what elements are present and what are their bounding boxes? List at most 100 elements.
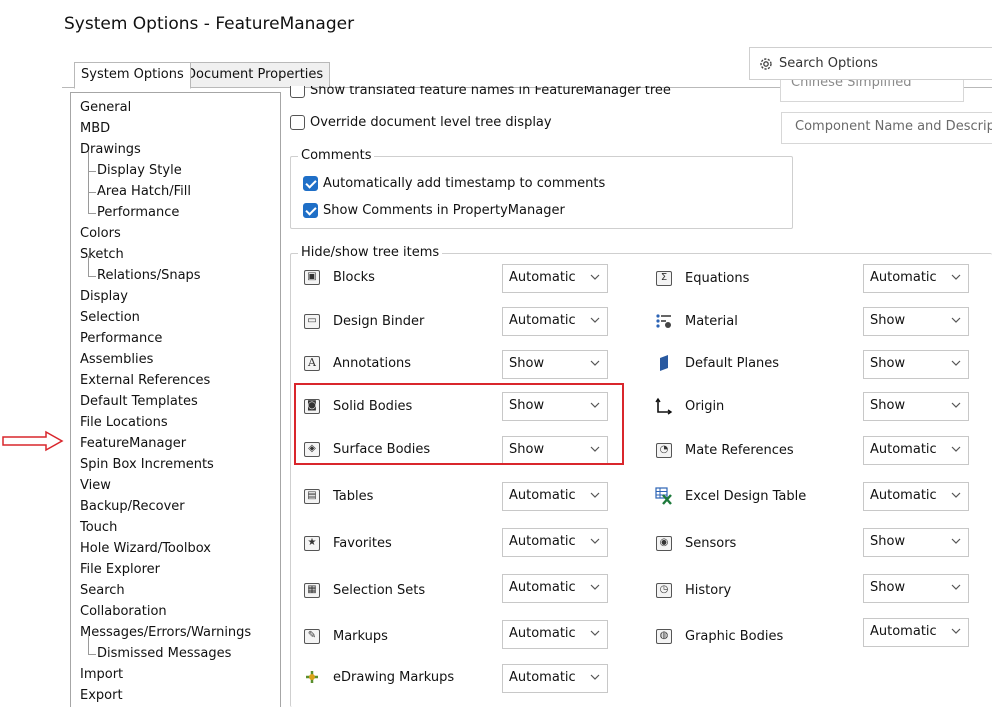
tree-language-select[interactable]: Chinese Simplified — [780, 80, 964, 102]
sidebar-item-assemblies[interactable]: Assemblies — [80, 350, 153, 370]
chevron-down-icon — [590, 360, 600, 366]
row-sensors-label: Sensors — [685, 535, 737, 551]
sidebar-item-view[interactable]: View — [80, 476, 111, 496]
origin-select[interactable]: Show — [863, 392, 969, 421]
sidebar-item-colors[interactable]: Colors — [80, 224, 121, 244]
row-mate-references-label: Mate References — [685, 442, 794, 458]
favorites-icon: ★ — [303, 534, 321, 552]
sidebar-item-backup-recover[interactable]: Backup/Recover — [80, 497, 185, 517]
design-binder-select[interactable]: Automatic — [502, 307, 608, 336]
row-favorites-label: Favorites — [333, 535, 392, 551]
sidebar-item-file-locations[interactable]: File Locations — [80, 413, 168, 433]
equations-icon: Σ — [655, 269, 673, 287]
material-icon — [655, 312, 673, 330]
tab-document-properties[interactable]: Document Properties — [179, 62, 331, 88]
sidebar-item-performance[interactable]: Performance — [80, 329, 162, 349]
history-select[interactable]: Show — [863, 574, 969, 603]
graphic-bodies-select[interactable]: Automatic — [863, 618, 969, 647]
sidebar-item-export[interactable]: Export — [80, 686, 123, 706]
row-history: ◷ History — [655, 581, 731, 599]
sidebar-item-display[interactable]: Display — [80, 287, 128, 307]
sidebar-item-drawings-performance[interactable]: Performance — [87, 193, 179, 223]
timestamp-checkbox[interactable] — [303, 176, 318, 191]
material-select[interactable]: Show — [863, 307, 969, 336]
override-tree-option[interactable]: Override document level tree display — [290, 115, 552, 130]
sidebar-item-import[interactable]: Import — [80, 665, 123, 685]
pointer-arrow-icon — [2, 430, 64, 452]
tab-system-options[interactable]: System Options — [74, 62, 191, 89]
sidebar-item-area-hatch-fill[interactable]: Area Hatch/Fill — [87, 172, 191, 202]
equations-select[interactable]: Automatic — [863, 264, 969, 293]
chevron-down-icon — [951, 628, 961, 634]
row-edrawing-markups: eDrawing Markups — [303, 668, 454, 686]
sidebar-item-touch[interactable]: Touch — [80, 518, 117, 538]
override-tree-checkbox[interactable] — [290, 115, 305, 130]
row-selection-sets-label: Selection Sets — [333, 582, 426, 598]
sidebar-item-default-templates[interactable]: Default Templates — [80, 392, 198, 412]
timestamp-option[interactable]: Automatically add timestamp to comments — [303, 176, 605, 191]
default-planes-select[interactable]: Show — [863, 350, 969, 379]
material-select-value: Show — [870, 313, 906, 328]
sidebar-item-file-explorer[interactable]: File Explorer — [80, 560, 160, 580]
edrawing-markups-select-value: Automatic — [509, 670, 576, 685]
show-comments-checkbox[interactable] — [303, 203, 318, 218]
sidebar-item-external-references[interactable]: External References — [80, 371, 210, 391]
chevron-down-icon — [951, 360, 961, 366]
favorites-select-value: Automatic — [509, 534, 576, 549]
search-options-placeholder: Search Options — [779, 56, 878, 71]
search-options-box[interactable]: Search Options — [749, 47, 992, 80]
row-sensors: ◉ Sensors — [655, 534, 736, 552]
annotations-select[interactable]: Show — [502, 350, 608, 379]
row-excel-design-table-label: Excel Design Table — [685, 488, 807, 504]
translated-names-option[interactable]: Show translated feature names in Feature… — [290, 86, 671, 102]
sidebar-item-dismissed-messages[interactable]: Dismissed Messages — [87, 634, 231, 664]
sidebar-item-mbd[interactable]: MBD — [80, 119, 110, 139]
tree-display-select[interactable]: Component Name and Descripti — [781, 112, 992, 144]
override-tree-label: Override document level tree display — [310, 115, 552, 130]
selection-sets-select-value: Automatic — [509, 580, 576, 595]
sidebar-item-hole-wizard-toolbox[interactable]: Hole Wizard/Toolbox — [80, 539, 211, 559]
sidebar-item-search[interactable]: Search — [80, 581, 125, 601]
annotations-select-value: Show — [509, 356, 545, 371]
tree-language-value: Chinese Simplified — [791, 80, 912, 90]
sidebar-item-selection[interactable]: Selection — [80, 308, 140, 328]
chevron-down-icon — [951, 492, 961, 498]
chevron-down-icon — [590, 538, 600, 544]
blocks-select[interactable]: Automatic — [502, 264, 608, 293]
options-tree[interactable]: General MBD Drawings Display Style Area … — [70, 92, 281, 707]
annotations-icon: A — [303, 354, 321, 372]
edrawing-markups-icon — [303, 668, 321, 686]
chevron-down-icon — [951, 538, 961, 544]
markups-select[interactable]: Automatic — [502, 620, 608, 649]
markups-select-value: Automatic — [509, 626, 576, 641]
sidebar-item-featuremanager[interactable]: FeatureManager — [80, 434, 186, 454]
sensors-select[interactable]: Show — [863, 528, 969, 557]
show-comments-option[interactable]: Show Comments in PropertyManager — [303, 203, 565, 218]
chevron-down-icon — [951, 317, 961, 323]
sidebar-item-display-style[interactable]: Display Style — [88, 151, 182, 181]
row-mate-references: ◔ Mate References — [655, 441, 794, 459]
row-annotations: A Annotations — [303, 354, 411, 372]
excel-design-table-select[interactable]: Automatic — [863, 482, 969, 511]
chevron-down-icon — [590, 674, 600, 680]
sidebar-item-general[interactable]: General — [80, 98, 131, 118]
tables-select[interactable]: Automatic — [502, 482, 608, 511]
comments-group-label: Comments — [298, 148, 375, 163]
favorites-select[interactable]: Automatic — [502, 528, 608, 557]
selection-sets-select[interactable]: Automatic — [502, 574, 608, 603]
chevron-down-icon — [951, 446, 961, 452]
origin-select-value: Show — [870, 398, 906, 413]
sidebar-item-sketch[interactable]: Sketch — [80, 245, 124, 265]
comments-group — [290, 156, 793, 229]
mate-references-select[interactable]: Automatic — [863, 436, 969, 465]
translated-names-checkbox[interactable] — [290, 86, 305, 98]
edrawing-markups-select[interactable]: Automatic — [502, 664, 608, 693]
sidebar-item-collaboration[interactable]: Collaboration — [80, 602, 167, 622]
row-edrawing-markups-label: eDrawing Markups — [333, 669, 455, 685]
sensors-icon: ◉ — [655, 534, 673, 552]
design-binder-select-value: Automatic — [509, 313, 576, 328]
row-favorites: ★ Favorites — [303, 534, 392, 552]
sidebar-item-relations-snaps[interactable]: Relations/Snaps — [88, 256, 201, 286]
sidebar-item-messages-errors-warnings[interactable]: Messages/Errors/Warnings — [80, 623, 251, 643]
sidebar-item-spin-box-increments[interactable]: Spin Box Increments — [80, 455, 214, 475]
